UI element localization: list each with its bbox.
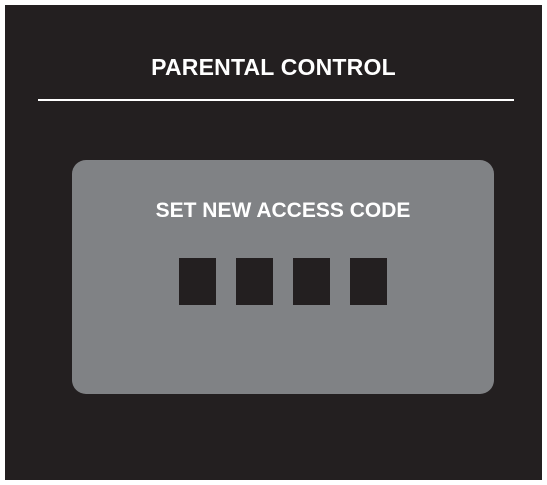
dialog-title: SET NEW ACCESS CODE [155, 199, 411, 222]
access-code-input[interactable] [179, 258, 387, 305]
code-digit-1[interactable] [179, 258, 216, 305]
code-digit-3[interactable] [293, 258, 330, 305]
access-code-dialog: SET NEW ACCESS CODE [72, 160, 494, 394]
code-digit-2[interactable] [236, 258, 273, 305]
code-digit-4[interactable] [350, 258, 387, 305]
page-title: PARENTAL CONTROL [151, 54, 396, 80]
title-divider [38, 99, 514, 101]
parental-control-screen: PARENTAL CONTROL SET NEW ACCESS CODE [5, 5, 542, 480]
